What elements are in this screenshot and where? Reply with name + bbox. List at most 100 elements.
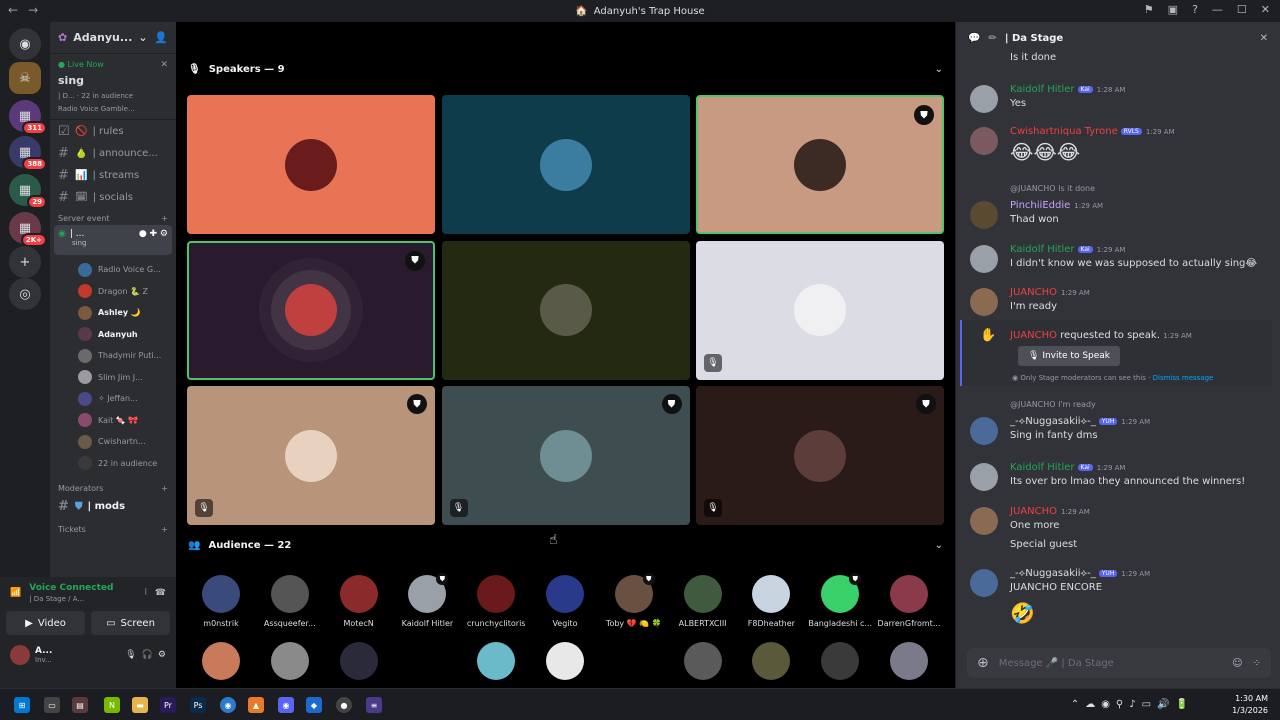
username[interactable]: Cwishartniqua Tyrone bbox=[1010, 126, 1118, 137]
requester-name[interactable]: JUANCHO bbox=[1010, 330, 1057, 341]
stage-actions-icon[interactable]: ● ✚ ⚙ bbox=[139, 229, 168, 239]
add-channel-icon[interactable]: + bbox=[161, 525, 168, 534]
avatar[interactable] bbox=[970, 507, 998, 535]
speakers-header[interactable]: 🎙 Speakers — 9 ⌄ bbox=[188, 64, 943, 75]
forward-arrow-icon[interactable]: → bbox=[28, 3, 38, 17]
voice-user[interactable]: Radio Voice G... bbox=[50, 259, 176, 281]
discord-taskbar-icon[interactable]: ◉ bbox=[278, 697, 294, 713]
audience-member[interactable]: ⛊ Bangladeshi c... bbox=[806, 573, 874, 628]
add-member-icon[interactable]: 👤 bbox=[154, 31, 168, 44]
server-folder-4[interactable]: ▦ 2K+ bbox=[9, 212, 47, 247]
task-view-icon[interactable]: ▭ bbox=[44, 697, 60, 713]
audience-member[interactable] bbox=[806, 642, 874, 686]
username[interactable]: _-⟡Nuggasakii⟡-_ bbox=[1010, 416, 1096, 427]
speaker-tile[interactable] bbox=[441, 240, 690, 380]
server-folder-2[interactable]: ▦ 388 bbox=[9, 136, 47, 171]
audience-member[interactable] bbox=[187, 642, 255, 686]
channel-socials[interactable]: # 🗓 | socials bbox=[50, 186, 176, 208]
server-header[interactable]: ✿ Adanyu... ⌄ 👤 bbox=[50, 22, 176, 54]
video-button[interactable]: ▶ Video bbox=[6, 611, 85, 635]
system-tray[interactable]: ⌃☁◉⚲♪▭🔊🔋 bbox=[1071, 699, 1194, 710]
app-icon-3[interactable]: ◆ bbox=[306, 697, 322, 713]
audience-member[interactable] bbox=[462, 642, 530, 686]
username[interactable]: Kaidolf Hitler bbox=[1010, 462, 1075, 473]
username[interactable]: _-⟡Nuggasakii⟡-_ bbox=[1010, 568, 1096, 579]
category-tickets[interactable]: Tickets + bbox=[50, 517, 176, 536]
windows-start-icon[interactable]: ⊞ bbox=[14, 697, 30, 713]
chevron-down-icon[interactable]: ⌄ bbox=[935, 540, 943, 551]
explore-icon[interactable]: ◎ bbox=[9, 278, 41, 310]
voice-user[interactable]: 22 in audience bbox=[50, 453, 176, 475]
audience-member[interactable]: Vegito bbox=[531, 575, 599, 628]
audience-member[interactable]: Assqueefer... bbox=[256, 575, 324, 628]
voice-user[interactable]: Dragon 🐍 Z bbox=[50, 281, 176, 303]
flag-icon[interactable]: ⚑ bbox=[1144, 3, 1154, 16]
channel-streams[interactable]: # 📊 | streams bbox=[50, 164, 176, 186]
speaker-tile[interactable]: 🎙 bbox=[696, 240, 944, 380]
audience-member[interactable]: ALBERTXCIII bbox=[669, 575, 737, 628]
audience-member[interactable]: m0nstrik bbox=[187, 575, 255, 628]
speaker-tile[interactable] bbox=[187, 95, 435, 234]
username[interactable]: JUANCHO bbox=[1010, 506, 1057, 517]
audience-member[interactable]: MotecN bbox=[325, 575, 393, 628]
invite-to-speak-button[interactable]: 🎙 Invite to Speak bbox=[1018, 346, 1121, 366]
obs-icon[interactable]: ● bbox=[336, 697, 352, 713]
username[interactable]: JUANCHO bbox=[1010, 287, 1057, 298]
noise-suppression-icon[interactable]: ⦚ bbox=[145, 588, 147, 598]
reply-preview[interactable]: @JUANCHO Is it done bbox=[1010, 184, 1095, 193]
channel-announcements[interactable]: # 🍐 | announce... bbox=[50, 142, 176, 164]
avatar[interactable] bbox=[970, 201, 998, 229]
close-icon[interactable]: ✕ bbox=[1260, 33, 1268, 44]
server-folder-3[interactable]: ▦ 29 bbox=[9, 174, 47, 209]
channel-mods[interactable]: # ⛊ | mods bbox=[50, 495, 176, 517]
current-user[interactable]: A... Inv... 🎙 🎧 ⚙ bbox=[0, 637, 176, 673]
message-composer[interactable]: ⊕ Message 🎤 | Da Stage ☺ ⁘ bbox=[967, 648, 1271, 678]
clock[interactable]: 1:30 AM 1/3/2026 bbox=[1232, 693, 1268, 717]
back-arrow-icon[interactable]: ← bbox=[8, 3, 18, 17]
add-channel-icon[interactable]: + bbox=[161, 214, 168, 223]
avatar[interactable] bbox=[970, 85, 998, 113]
avatar[interactable] bbox=[970, 463, 998, 491]
photoshop-icon[interactable]: Ps bbox=[190, 697, 206, 713]
audience-member[interactable] bbox=[531, 642, 599, 686]
category-moderators[interactable]: Moderators + bbox=[50, 474, 176, 495]
audience-member[interactable] bbox=[875, 642, 943, 686]
avatar[interactable] bbox=[970, 245, 998, 273]
stage-channel[interactable]: ◉ | ... ● ✚ ⚙ sing bbox=[54, 225, 172, 255]
channel-rules[interactable]: ☑ 🚫 | rules bbox=[50, 120, 176, 142]
speaker-tile[interactable]: ⛊ bbox=[696, 95, 944, 234]
disconnect-icon[interactable]: ☎ bbox=[155, 588, 166, 598]
avatar[interactable] bbox=[970, 569, 998, 597]
audience-member[interactable]: ⛊ Kaidolf Hitler bbox=[393, 573, 461, 628]
voice-user[interactable]: ✧ Jeffan... bbox=[50, 388, 176, 410]
speaker-tile[interactable] bbox=[441, 95, 690, 234]
audience-member[interactable]: F8Dheather bbox=[737, 575, 805, 628]
audience-header[interactable]: 👥 Audience — 22 ⌄ bbox=[188, 540, 943, 551]
username[interactable]: Kaidolf Hitler bbox=[1010, 84, 1075, 95]
close-icon[interactable]: ✕ bbox=[1261, 3, 1270, 16]
app-icon-2[interactable]: ▲ bbox=[248, 697, 264, 713]
audience-member[interactable]: ⛊ Toby 💔 🍋 🍀 bbox=[600, 573, 668, 628]
server-active[interactable]: ☠ bbox=[9, 62, 41, 94]
avatar[interactable] bbox=[970, 417, 998, 445]
audience-member[interactable]: crunchyclitoris bbox=[462, 575, 530, 628]
speaker-tile[interactable]: ⛊ 🎙 bbox=[696, 386, 944, 525]
add-channel-icon[interactable]: + bbox=[161, 484, 168, 493]
add-attachment-icon[interactable]: ⊕ bbox=[977, 655, 989, 671]
voice-user[interactable]: Kait 🍬 🎀 bbox=[50, 410, 176, 432]
audience-member[interactable] bbox=[256, 642, 324, 686]
avatar[interactable] bbox=[970, 288, 998, 316]
live-stage-card[interactable]: ● Live Now ✕ sing | D... · 22 in audienc… bbox=[50, 54, 176, 120]
audience-member[interactable] bbox=[669, 642, 737, 686]
microphone-icon[interactable]: 🎙 bbox=[125, 650, 136, 660]
minimize-icon[interactable]: — bbox=[1212, 3, 1223, 16]
voice-user[interactable]: Slim Jim J... bbox=[50, 367, 176, 389]
maximize-icon[interactable]: ☐ bbox=[1237, 3, 1247, 16]
voice-user[interactable]: Cwishartn... bbox=[50, 431, 176, 453]
inbox-icon[interactable]: ▣ bbox=[1168, 3, 1178, 16]
audience-member[interactable] bbox=[325, 642, 393, 686]
server-folder-1[interactable]: ▦ 311 bbox=[9, 100, 47, 135]
voice-user[interactable]: Adanyuh bbox=[50, 324, 176, 346]
premiere-icon[interactable]: Pr bbox=[160, 697, 176, 713]
add-server-icon[interactable]: + bbox=[9, 246, 41, 278]
